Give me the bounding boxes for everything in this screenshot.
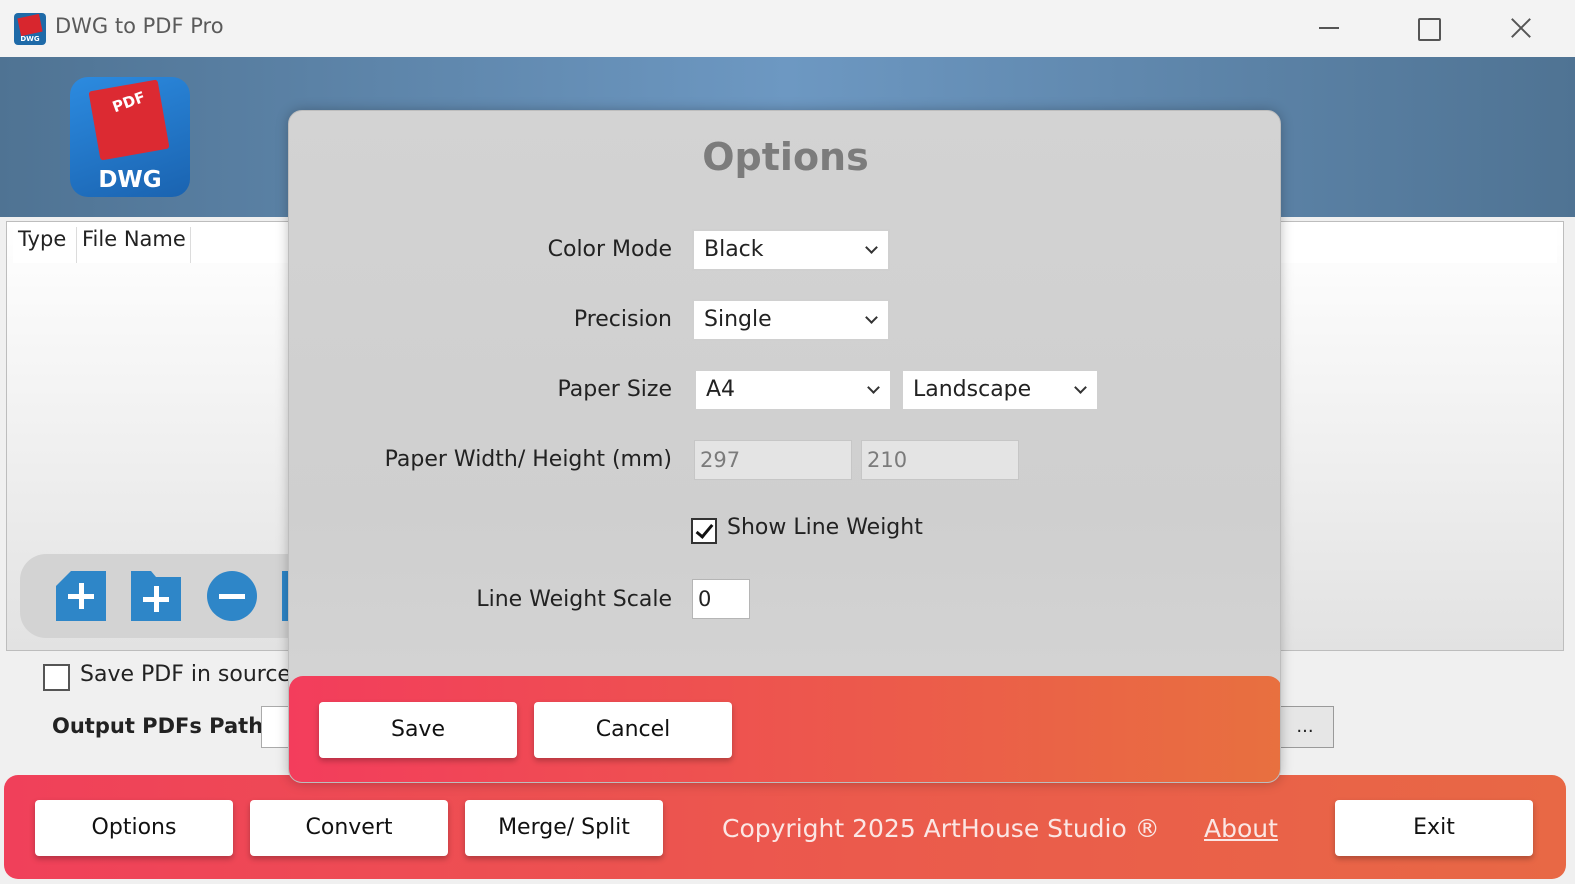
paper-size-label: Paper Size [557, 377, 672, 402]
exit-button[interactable]: Exit [1335, 800, 1533, 856]
title-bar: DWG DWG to PDF Pro [0, 0, 1575, 57]
precision-value: Single [704, 307, 772, 332]
show-line-weight-label: Show Line Weight [727, 515, 923, 540]
about-link[interactable]: About [1204, 814, 1278, 843]
precision-label: Precision [573, 307, 672, 332]
save-in-source-checkbox[interactable] [43, 664, 70, 691]
merge-split-button[interactable]: Merge/ Split [465, 800, 663, 856]
app-window: DWG DWG to PDF Pro PDF DWG Type File Nam… [0, 0, 1575, 884]
paper-size-select[interactable]: A4 [694, 369, 892, 411]
pdf-sheet-shape [17, 13, 43, 37]
orientation-value: Landscape [913, 377, 1032, 402]
app-icon: DWG [14, 13, 46, 45]
add-file-icon[interactable] [56, 571, 106, 621]
precision-select[interactable]: Single [692, 299, 890, 341]
options-button[interactable]: Options [35, 800, 233, 856]
close-window-button[interactable] [1498, 10, 1544, 46]
browse-button[interactable]: ... [1276, 706, 1334, 748]
column-file-name[interactable]: File Name [77, 227, 191, 263]
copyright-text: Copyright 2025 ArtHouse Studio ® [722, 814, 1160, 843]
chevron-down-icon [1074, 381, 1087, 394]
plus-icon-v [154, 586, 159, 612]
chevron-down-icon [865, 311, 878, 324]
output-path-label: Output PDFs Path: [52, 714, 272, 738]
column-type[interactable]: Type [13, 227, 77, 263]
paper-dims-label: Paper Width/ Height (mm) [384, 447, 672, 472]
plus-icon-v [79, 583, 84, 609]
dialog-title: Options [702, 135, 869, 179]
cancel-button[interactable]: Cancel [534, 702, 732, 758]
minus-icon-bar [219, 594, 245, 599]
paper-height-input[interactable]: 210 [861, 440, 1019, 480]
color-mode-label: Color Mode [547, 237, 672, 262]
app-icon-label: DWG [20, 35, 40, 43]
window-title: DWG to PDF Pro [55, 14, 224, 38]
line-weight-scale-input[interactable]: 0 [692, 579, 750, 619]
options-dialog: Options Color Mode Black Precision Singl… [288, 110, 1281, 783]
chevron-down-icon [865, 241, 878, 254]
convert-button[interactable]: Convert [250, 800, 448, 856]
checkmark-icon [695, 520, 714, 539]
color-mode-value: Black [704, 237, 764, 262]
color-mode-select[interactable]: Black [692, 229, 890, 271]
dwg-pdf-logo: PDF DWG [70, 77, 190, 197]
save-in-source-label: Save PDF in source [80, 662, 291, 687]
show-line-weight-checkbox[interactable] [691, 518, 717, 544]
add-folder-icon[interactable] [131, 571, 181, 621]
paper-width-input[interactable]: 297 [694, 440, 852, 480]
save-button[interactable]: Save [319, 702, 517, 758]
minimize-button[interactable] [1312, 10, 1358, 46]
paper-size-value: A4 [706, 377, 736, 402]
logo-dwg-text: DWG [98, 167, 162, 193]
line-weight-scale-label: Line Weight Scale [476, 587, 672, 612]
orientation-select[interactable]: Landscape [901, 369, 1099, 411]
remove-icon[interactable] [207, 571, 257, 621]
chevron-down-icon [867, 381, 880, 394]
maximize-button[interactable] [1406, 10, 1452, 46]
